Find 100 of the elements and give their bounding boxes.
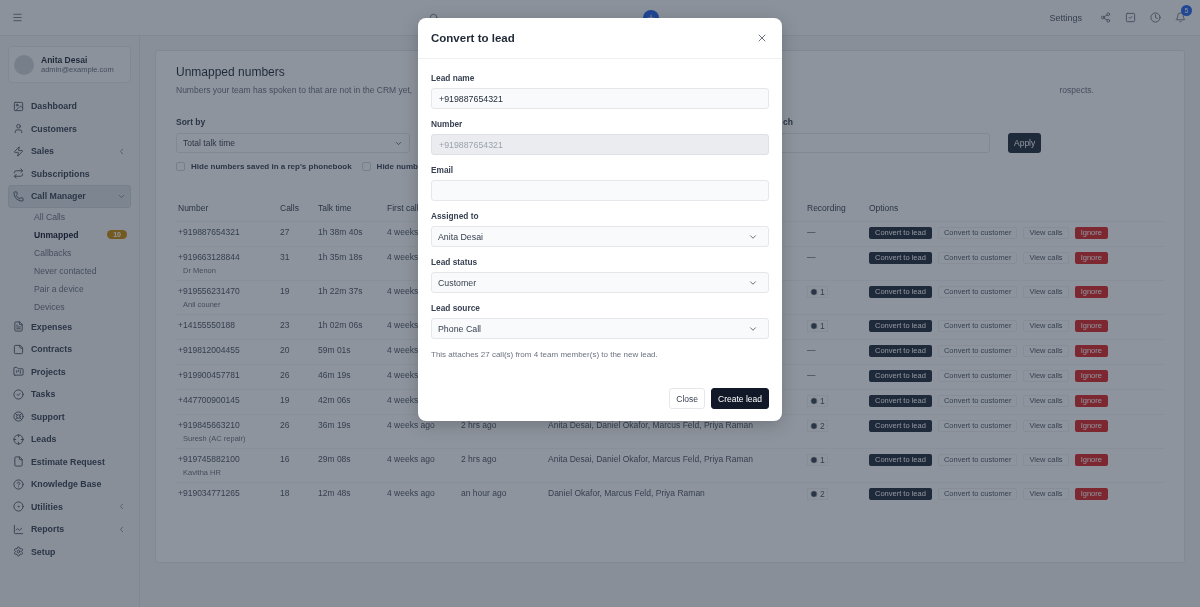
nav-item[interactable]: Sales <box>8 140 131 163</box>
table-cell: 29m 08s <box>318 453 351 464</box>
nav-item[interactable]: Customers <box>8 117 131 140</box>
nav-subitem[interactable]: Callbacks <box>8 243 131 262</box>
nav-item[interactable]: Subscriptions <box>8 162 131 185</box>
nav-item[interactable]: Setup <box>8 540 131 563</box>
apply-button[interactable]: Apply <box>1008 133 1042 153</box>
table-cell: 12m 48s <box>318 487 351 498</box>
crosshair-icon <box>13 433 24 445</box>
table-cell: 4 weeks ago <box>387 419 435 430</box>
search-label: ch <box>783 117 793 127</box>
page-description: Numbers your team has spoken to that are not in the CRM yet, <box>176 85 413 95</box>
table-cell: 2 hrs ago <box>461 419 497 430</box>
table-cell: 59m 01s <box>318 344 351 355</box>
check-circle-icon <box>13 388 24 400</box>
field-label: Assigned to <box>431 211 480 221</box>
table-cell: 46m 19s <box>318 369 351 380</box>
nav-subitem[interactable]: Never contacted <box>8 261 131 280</box>
settings-icon <box>13 546 24 558</box>
user-name: Anita Desai <box>41 55 89 65</box>
nav-item[interactable]: Utilities <box>8 495 131 518</box>
document-icon <box>13 321 24 333</box>
table-cell: — <box>807 369 816 380</box>
settings-link[interactable]: Settings <box>1049 12 1082 23</box>
nav-item[interactable]: Estimate Request <box>8 450 131 473</box>
nav-item[interactable]: Call Manager <box>8 185 131 208</box>
column-header: Recording <box>807 202 846 213</box>
line-chart-icon <box>13 523 24 535</box>
table-cell: 4 weeks <box>387 344 419 355</box>
table-cell: 4 weeks <box>387 369 419 380</box>
phone-number: +919745882100 <box>178 453 240 464</box>
nav-subitem[interactable]: Devices <box>8 297 131 316</box>
select-field[interactable]: Customer <box>431 272 769 293</box>
lightning-icon <box>13 145 24 157</box>
phone-number: +919845663210 <box>178 419 240 430</box>
dot-circle-icon <box>13 501 24 513</box>
nav-item[interactable]: Projects <box>8 360 131 383</box>
table-cell: Anita Desai, Daniel Okafor, Marcus Feld, Priya Raman <box>548 419 754 430</box>
phone-number: +919556231470 <box>178 285 240 296</box>
input-field[interactable] <box>431 180 769 201</box>
table-cell: 36m 19s <box>318 419 351 430</box>
recording-count[interactable]: 2 <box>807 487 828 500</box>
chevron-left-icon <box>117 502 126 512</box>
table-cell: — <box>807 251 816 262</box>
close-button[interactable]: Close <box>669 388 706 409</box>
recording-count[interactable]: 2 <box>807 419 828 432</box>
checkbox-label: Hide numb <box>376 162 418 171</box>
file-icon <box>13 456 24 468</box>
column-header: First call <box>387 202 419 213</box>
field-label: Email <box>431 165 455 175</box>
table-cell: 4 weeks <box>387 251 419 262</box>
table-cell: 20 <box>280 344 290 355</box>
nav-item[interactable]: Dashboard <box>8 95 131 118</box>
note-icon <box>13 343 24 355</box>
play-icon <box>810 287 818 296</box>
phone-number: +919900457781 <box>178 369 240 380</box>
table-cell: 4 weeks ago <box>387 453 435 464</box>
share-icon[interactable] <box>1100 12 1111 23</box>
chevron-left-icon <box>117 146 126 156</box>
table-cell: 16 <box>280 453 290 464</box>
nav-item[interactable]: Tasks <box>8 383 131 406</box>
phone-number: +919034771265 <box>178 487 240 498</box>
bell-icon[interactable] <box>1175 12 1186 23</box>
chevron-left-icon <box>117 524 126 534</box>
kanban-icon <box>13 366 24 378</box>
checkbox-icon[interactable] <box>1125 12 1136 23</box>
sort-select[interactable]: Total talk time <box>176 133 410 153</box>
nav-item[interactable]: Support <box>8 405 131 428</box>
phone-number: +447700900145 <box>178 394 240 405</box>
table-cell: 23 <box>280 319 290 330</box>
recording-count[interactable]: 1 <box>807 285 828 298</box>
info-text: This attaches 27 call(s) from 4 team member(s) to the new lead. <box>431 350 659 359</box>
nav-subitem[interactable]: Pair a device <box>8 279 131 298</box>
play-icon <box>810 421 818 430</box>
close-icon[interactable] <box>756 32 768 44</box>
table-cell: — <box>807 226 816 237</box>
table-cell: 26 <box>280 419 290 430</box>
menu-icon[interactable] <box>12 12 23 23</box>
nav-item[interactable]: Leads <box>8 428 131 451</box>
recording-count[interactable]: 1 <box>807 453 828 466</box>
nav-item[interactable]: Contracts <box>8 338 131 361</box>
nav-subitem-label: Unmapped <box>34 229 79 240</box>
table-cell: 1h 35m 18s <box>318 251 363 262</box>
table-cell: 26 <box>280 369 290 380</box>
play-icon <box>810 321 818 330</box>
nav-item[interactable]: Reports <box>8 518 131 541</box>
input-field[interactable]: +919887654321 <box>431 88 769 109</box>
page-description: rospects. <box>1059 85 1094 95</box>
column-header: Options <box>869 202 899 213</box>
select-field[interactable]: Phone Call <box>431 318 769 339</box>
recording-count[interactable]: 1 <box>807 319 828 332</box>
nav-item[interactable]: Knowledge Base <box>8 473 131 496</box>
create-button[interactable]: Create lead <box>711 388 769 409</box>
field-label: Lead source <box>431 303 481 313</box>
select-field[interactable]: Anita Desai <box>431 226 769 247</box>
nav-item[interactable]: Expenses <box>8 315 131 338</box>
play-icon <box>810 455 818 464</box>
clock-icon[interactable] <box>1150 12 1161 23</box>
recording-count[interactable]: 1 <box>807 394 828 407</box>
table-cell: 1h 38m 40s <box>318 226 363 237</box>
